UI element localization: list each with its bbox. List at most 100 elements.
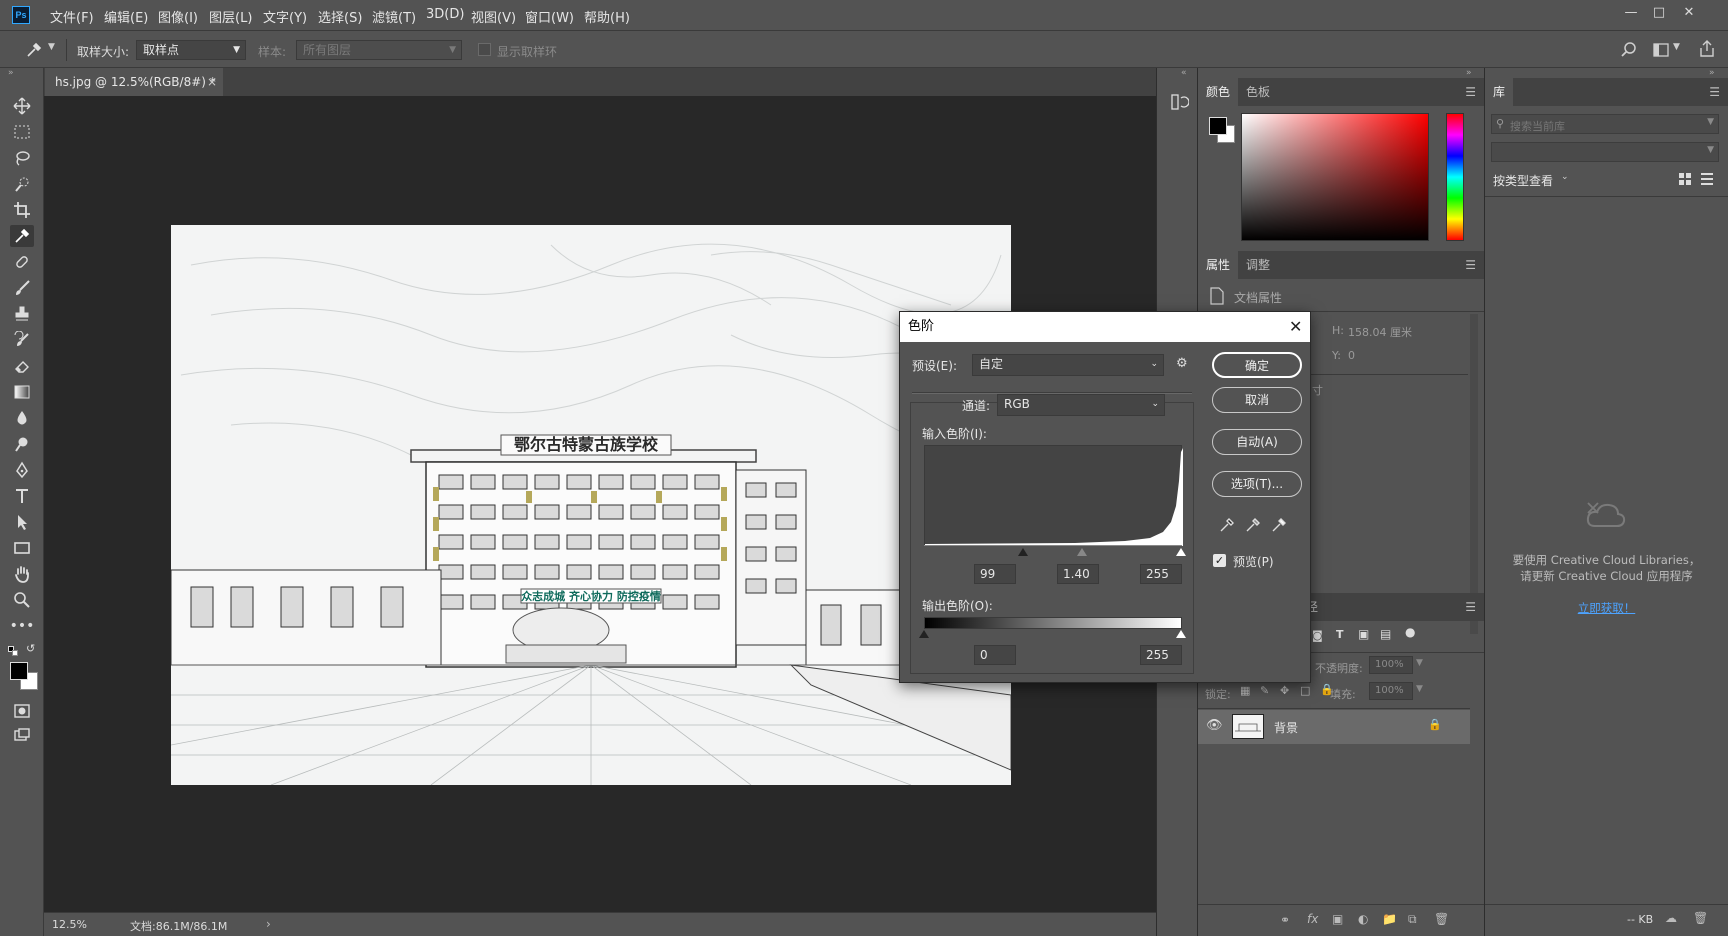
new-layer-icon[interactable]: ⧉: [1408, 912, 1417, 927]
collapse-icon[interactable]: »: [1466, 68, 1472, 78]
channel-select[interactable]: RGB ⌄: [997, 394, 1165, 416]
properties-scrollbar[interactable]: [1470, 314, 1478, 634]
search-icon[interactable]: [1620, 41, 1638, 59]
trash-icon[interactable]: 🗑: [1434, 912, 1449, 926]
fill-input[interactable]: 100%: [1369, 682, 1413, 700]
opacity-input[interactable]: 100%: [1369, 656, 1413, 674]
cloud-sync-icon[interactable]: ☁: [1665, 911, 1677, 925]
black-point-eyedropper-icon[interactable]: [1218, 514, 1238, 534]
filter-toggle-icon[interactable]: ●: [1405, 625, 1415, 639]
input-white-slider[interactable]: [1176, 548, 1186, 556]
menu-filter[interactable]: 滤镜(T): [372, 7, 416, 26]
tab-libraries[interactable]: 库: [1485, 78, 1514, 106]
eyedropper-tool-icon[interactable]: [10, 225, 34, 247]
cancel-button[interactable]: 取消: [1212, 387, 1302, 413]
zoom-tool-icon[interactable]: [10, 589, 34, 611]
rectangle-tool-icon[interactable]: [10, 537, 34, 559]
chevron-down-icon[interactable]: ▼: [1416, 684, 1423, 694]
list-view-icon[interactable]: [1700, 172, 1714, 186]
maximize-icon[interactable]: □: [1646, 2, 1672, 24]
workspace-icon[interactable]: [1652, 41, 1670, 59]
visibility-eye-icon[interactable]: 👁: [1206, 718, 1223, 733]
collapse-icon[interactable]: »: [8, 68, 14, 78]
fx-icon[interactable]: fx: [1307, 912, 1318, 926]
color-field[interactable]: [1241, 113, 1429, 241]
chevron-down-icon[interactable]: ▼: [1673, 42, 1680, 52]
library-select[interactable]: ▼: [1491, 142, 1719, 162]
menu-window[interactable]: 窗口(W): [525, 7, 574, 26]
chevron-down-icon[interactable]: ⌄: [1561, 172, 1569, 182]
hue-slider[interactable]: [1446, 113, 1464, 241]
get-now-link[interactable]: 立即获取！: [1485, 600, 1728, 616]
input-black-slider[interactable]: [1018, 548, 1028, 556]
lasso-tool-icon[interactable]: [10, 147, 34, 169]
tab-color[interactable]: 颜色: [1198, 78, 1239, 106]
dodge-tool-icon[interactable]: [10, 433, 34, 455]
auto-button[interactable]: 自动(A): [1212, 429, 1302, 455]
grid-view-icon[interactable]: [1678, 172, 1692, 186]
input-slider-track[interactable]: [924, 545, 1182, 546]
foreground-color-swatch[interactable]: [10, 662, 28, 680]
menu-layer[interactable]: 图层(L): [209, 7, 252, 26]
output-white-slider[interactable]: [1176, 630, 1186, 638]
input-black-field[interactable]: 99: [974, 564, 1016, 584]
eraser-tool-icon[interactable]: [10, 355, 34, 377]
adjustment-layer-icon[interactable]: ◐: [1358, 912, 1368, 926]
ok-button[interactable]: 确定: [1212, 352, 1302, 378]
more-tools-icon[interactable]: •••: [10, 615, 35, 637]
quick-select-tool-icon[interactable]: [10, 173, 34, 195]
marquee-tool-icon[interactable]: [10, 121, 34, 143]
close-tab-icon[interactable]: ×: [207, 68, 217, 96]
menu-file[interactable]: 文件(F): [50, 7, 94, 26]
lock-position-icon[interactable]: ✥: [1280, 684, 1289, 697]
sample-select[interactable]: 所有图层 ▼: [296, 40, 462, 60]
link-layers-icon[interactable]: ⚭: [1280, 913, 1290, 927]
layer-row-background[interactable]: 👁 背景 🔒: [1198, 710, 1470, 744]
input-gamma-field[interactable]: 1.40: [1057, 564, 1099, 584]
close-icon[interactable]: ✕: [1289, 312, 1302, 342]
swap-colors-icon[interactable]: ↺: [26, 642, 35, 655]
pen-tool-icon[interactable]: [10, 459, 34, 481]
history-panel-icon[interactable]: [1169, 92, 1190, 112]
input-gamma-slider[interactable]: [1077, 548, 1087, 556]
screen-mode-icon[interactable]: [10, 724, 34, 746]
lock-artboard-icon[interactable]: □: [1300, 684, 1310, 697]
input-white-field[interactable]: 255: [1140, 564, 1182, 584]
menu-type[interactable]: 文字(Y): [263, 7, 307, 26]
menu-view[interactable]: 视图(V): [471, 7, 516, 26]
sample-size-select[interactable]: 取样点 ▼: [136, 40, 246, 60]
panel-menu-icon[interactable]: ☰: [1465, 600, 1476, 614]
collapse-icon[interactable]: »: [1709, 68, 1715, 78]
zoom-level[interactable]: 12.5%: [52, 918, 87, 931]
library-search-field[interactable]: ⚲ 搜索当前库 ▼: [1491, 114, 1719, 134]
panel-menu-icon[interactable]: ☰: [1465, 258, 1476, 272]
tool-preset-chevron-icon[interactable]: ▼: [48, 42, 55, 52]
brush-tool-icon[interactable]: [10, 277, 34, 299]
eyedropper-icon[interactable]: [24, 40, 44, 60]
panel-menu-icon[interactable]: ☰: [1709, 85, 1720, 99]
gray-point-eyedropper-icon[interactable]: [1244, 514, 1264, 534]
pixel-filter-icon[interactable]: ◙: [1312, 629, 1323, 642]
type-tool-icon[interactable]: [10, 485, 34, 507]
menu-image[interactable]: 图像(I): [158, 7, 198, 26]
menu-help[interactable]: 帮助(H): [584, 7, 630, 26]
healing-brush-tool-icon[interactable]: [10, 251, 34, 273]
options-button[interactable]: 选项(T)...: [1212, 471, 1302, 497]
chevron-right-icon[interactable]: ›: [266, 917, 271, 931]
view-by-type-label[interactable]: 按类型查看: [1493, 172, 1553, 189]
panel-menu-icon[interactable]: ☰: [1465, 85, 1476, 99]
output-black-field[interactable]: 0: [974, 645, 1016, 665]
show-ring-checkbox[interactable]: [478, 43, 491, 56]
menu-edit[interactable]: 编辑(E): [104, 7, 148, 26]
add-mask-icon[interactable]: ▣: [1332, 912, 1343, 926]
preset-options-gear-icon[interactable]: ⚙: [1176, 356, 1188, 371]
foreground-color-swatch[interactable]: [1209, 117, 1227, 135]
default-colors-icon[interactable]: [8, 646, 18, 656]
document-tab[interactable]: hs.jpg @ 12.5%(RGB/8#) * ×: [45, 68, 223, 96]
tab-adjustments[interactable]: 调整: [1238, 251, 1278, 279]
shape-filter-icon[interactable]: ▣: [1358, 627, 1369, 641]
lock-transparent-icon[interactable]: ▦: [1240, 684, 1250, 697]
chevron-down-icon[interactable]: ▼: [1416, 658, 1423, 668]
collapse-icon[interactable]: «: [1181, 68, 1187, 78]
white-point-eyedropper-icon[interactable]: [1270, 514, 1290, 534]
